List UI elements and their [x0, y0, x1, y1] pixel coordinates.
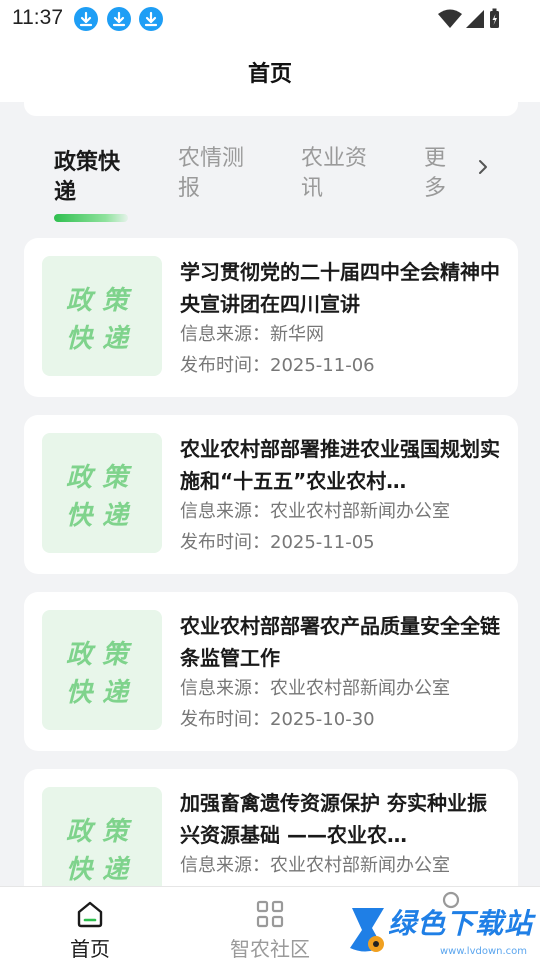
- tab-label: 政策快递: [54, 150, 121, 205]
- system-status-icons: [438, 8, 499, 28]
- news-thumbnail: 政策 快递: [42, 610, 162, 730]
- thumbnail-text: 政策: [65, 817, 138, 847]
- news-source: 信息来源：农业农村部新闻办公室: [180, 678, 450, 699]
- news-thumbnail: 政策 快递: [42, 787, 162, 886]
- news-thumbnail: 政策 快递: [42, 433, 162, 553]
- news-card[interactable]: 政策 快递 学习贯彻党的二十届四中全会精神中央宣讲团在四川宣讲 信息来源：新华网…: [24, 238, 518, 397]
- news-card[interactable]: 政策 快递 农业农村部部署推进农业强国规划实施和“十五五”农业农村… 信息来源：…: [24, 415, 518, 574]
- tab-agri-news[interactable]: 农业资讯: [301, 144, 381, 204]
- news-source: 信息来源：新华网: [180, 324, 324, 345]
- home-icon: [77, 901, 103, 928]
- thumbnail-text: 政策: [65, 463, 138, 493]
- tab-label: 农情测报: [178, 146, 245, 201]
- watermark-logo: 绿色下载站 www.lvdown.com: [340, 896, 540, 960]
- tab-more[interactable]: 更多: [424, 144, 454, 204]
- thumbnail-text: 快递: [65, 855, 138, 885]
- status-bar: 11:37: [0, 0, 540, 38]
- news-title: 农业农村部部署农产品质量安全全链条监管工作: [180, 614, 500, 670]
- news-date: 发布时间：2025-11-06: [180, 355, 375, 376]
- thumbnail-text: 快递: [65, 501, 138, 531]
- nav-label: 首页: [70, 937, 110, 960]
- wifi-icon: [438, 9, 462, 28]
- news-source: 信息来源：农业农村部新闻办公室: [180, 855, 450, 876]
- thumbnail-text: 政策: [65, 640, 138, 670]
- chevron-right-icon[interactable]: [476, 156, 490, 178]
- app-header: 首页: [0, 38, 540, 102]
- news-title: 加强畜禽遗传资源保护 夯实种业振兴资源基础 ——农业农…: [180, 791, 487, 847]
- watermark-emblem-icon: [350, 908, 384, 952]
- thumbnail-text: 政策: [65, 286, 138, 316]
- tab-label: 更多: [424, 146, 447, 201]
- cellular-signal-icon: [466, 10, 484, 28]
- active-tab-indicator: [54, 214, 128, 222]
- watermark-text: 绿色下载站: [388, 907, 534, 940]
- news-title: 农业农村部部署推进农业强国规划实施和“十五五”农业农村…: [180, 437, 500, 493]
- tab-policy-express[interactable]: 政策快递: [54, 148, 134, 208]
- watermark-url: www.lvdown.com: [440, 946, 528, 957]
- page-title: 首页: [247, 62, 292, 87]
- download-icon: [74, 7, 98, 31]
- nav-item-community[interactable]: 智农社区: [180, 887, 360, 960]
- thumbnail-text: 快递: [65, 678, 138, 708]
- download-icon: [139, 7, 163, 31]
- tab-label: 农业资讯: [301, 146, 368, 201]
- news-date: 发布时间：2025-10-30: [180, 709, 375, 730]
- thumbnail-text: 快递: [65, 324, 138, 354]
- category-tabs: 政策快递 农情测报 农业资讯 更多: [0, 140, 540, 230]
- status-time: 11:37: [12, 6, 63, 29]
- grid-icon: [256, 900, 284, 928]
- banner-card[interactable]: [24, 102, 518, 116]
- battery-charging-icon: [490, 8, 499, 28]
- download-icon: [107, 7, 131, 31]
- news-date: 发布时间：2025-11-05: [180, 532, 375, 553]
- nav-label: 智农社区: [230, 937, 310, 960]
- news-thumbnail: 政策 快递: [42, 256, 162, 376]
- nav-item-home[interactable]: 首页: [0, 887, 180, 960]
- news-card[interactable]: 政策 快递 加强畜禽遗传资源保护 夯实种业振兴资源基础 ——农业农… 信息来源：…: [24, 769, 518, 886]
- tab-crop-forecast[interactable]: 农情测报: [178, 144, 258, 204]
- news-source: 信息来源：农业农村部新闻办公室: [180, 501, 450, 522]
- news-title: 学习贯彻党的二十届四中全会精神中央宣讲团在四川宣讲: [180, 260, 500, 316]
- news-card[interactable]: 政策 快递 农业农村部部署农产品质量安全全链条监管工作 信息来源：农业农村部新闻…: [24, 592, 518, 751]
